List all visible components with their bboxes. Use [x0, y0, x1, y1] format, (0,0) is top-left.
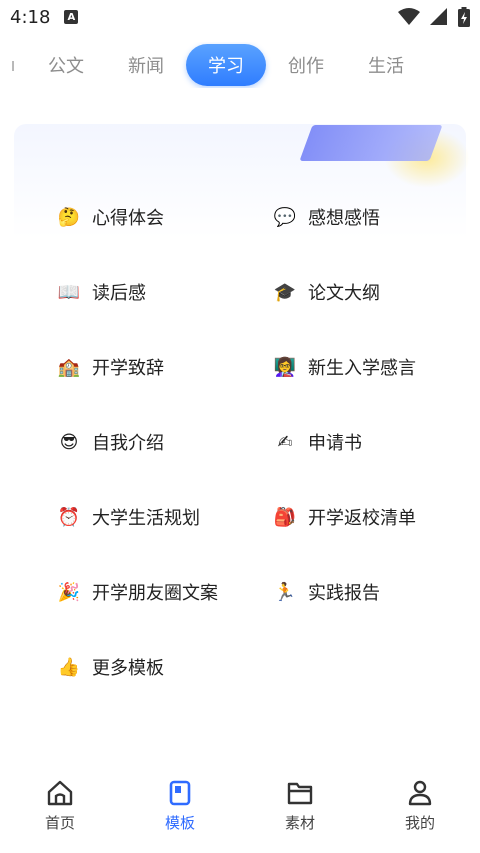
signal-icon — [430, 8, 447, 25]
thumbs-up-icon: 👍 — [57, 656, 81, 678]
tab-creation[interactable]: 创作 — [266, 44, 346, 86]
template-item[interactable]: 👩‍🏫 新生入学感言 — [240, 348, 456, 386]
tab-official[interactable]: 公文 — [26, 44, 106, 86]
nav-home[interactable]: 首页 — [0, 770, 120, 833]
template-label: 自我介绍 — [92, 433, 164, 454]
template-label: 论文大纲 — [308, 283, 380, 304]
template-label: 申请书 — [308, 433, 362, 454]
graduation-cap-icon: 🎓 — [273, 281, 297, 303]
template-label: 大学生活规划 — [92, 508, 200, 529]
nav-label: 首页 — [44, 814, 75, 832]
template-label: 感想感悟 — [308, 208, 380, 229]
template-item[interactable]: 🏃 实践报告 — [240, 573, 456, 611]
template-item[interactable]: 🎒 开学返校清单 — [240, 498, 456, 536]
wifi-icon — [398, 8, 420, 25]
sunglasses-face-icon: 😎 — [59, 431, 79, 453]
template-item[interactable]: 😎 自我介绍 — [24, 423, 240, 461]
tab-news[interactable]: 新闻 — [106, 44, 186, 86]
nav-profile[interactable]: 我的 — [360, 770, 480, 833]
bottom-navigation: 首页 模板 素材 我的 — [0, 770, 480, 853]
template-label: 读后感 — [92, 283, 146, 304]
running-person-icon: 🏃 — [273, 581, 297, 603]
decorative-banner-shape — [299, 125, 443, 161]
open-book-icon: 📖 — [57, 281, 81, 303]
speech-bubble-icon: 💬 — [273, 206, 297, 228]
template-label: 新生入学感言 — [308, 358, 416, 379]
nav-template[interactable]: 模板 — [120, 770, 240, 833]
status-bar: 4:18 A — [0, 0, 480, 34]
nav-label: 我的 — [404, 814, 435, 832]
nav-label: 素材 — [284, 814, 315, 832]
tab-scroll-edge: ı — [10, 54, 16, 76]
template-item[interactable]: 🤔 心得体会 — [24, 198, 240, 236]
more-templates-item[interactable]: 👍 更多模板 — [24, 648, 240, 686]
template-item[interactable]: 🎉 开学朋友圈文案 — [24, 573, 240, 611]
alarm-clock-icon: ⏰ — [57, 506, 81, 528]
nav-label: 模板 — [164, 814, 195, 832]
nav-materials[interactable]: 素材 — [240, 770, 360, 833]
template-label: 心得体会 — [92, 208, 164, 229]
template-label: 开学返校清单 — [308, 508, 416, 529]
tab-study[interactable]: 学习 — [186, 44, 266, 86]
category-tabs: ı 公文 新闻 学习 创作 生活 — [0, 42, 480, 88]
thinking-face-icon: 🤔 — [57, 206, 81, 228]
status-time: 4:18 — [10, 6, 51, 28]
school-icon: 🏫 — [57, 356, 81, 378]
template-label: 开学朋友圈文案 — [92, 583, 218, 604]
status-right — [398, 7, 470, 27]
teacher-icon: 👩‍🏫 — [273, 356, 297, 378]
template-item[interactable]: ⏰ 大学生活规划 — [24, 498, 240, 536]
profile-icon — [408, 780, 432, 806]
template-label: 实践报告 — [308, 583, 380, 604]
template-grid: 🤔 心得体会 💬 感想感悟 📖 读后感 🎓 论文大纲 🏫 开学致辞 👩‍🏫 新生… — [24, 198, 456, 686]
notification-icon: A — [64, 10, 79, 24]
party-popper-icon: 🎉 — [57, 581, 81, 603]
home-icon — [47, 780, 73, 806]
writing-hand-icon: ✍ — [277, 431, 293, 453]
template-item[interactable]: 💬 感想感悟 — [240, 198, 456, 236]
battery-icon — [458, 7, 470, 27]
template-item[interactable]: 🎓 论文大纲 — [240, 273, 456, 311]
template-item[interactable]: 📖 读后感 — [24, 273, 240, 311]
template-label: 开学致辞 — [92, 358, 164, 379]
template-item[interactable]: ✍ 申请书 — [240, 423, 456, 461]
status-left: 4:18 A — [10, 6, 79, 28]
backpack-icon: 🎒 — [273, 506, 297, 528]
template-item[interactable]: 🏫 开学致辞 — [24, 348, 240, 386]
template-label: 更多模板 — [92, 658, 164, 679]
tab-life[interactable]: 生活 — [346, 44, 426, 86]
folder-icon — [287, 782, 313, 805]
template-icon — [169, 780, 191, 806]
